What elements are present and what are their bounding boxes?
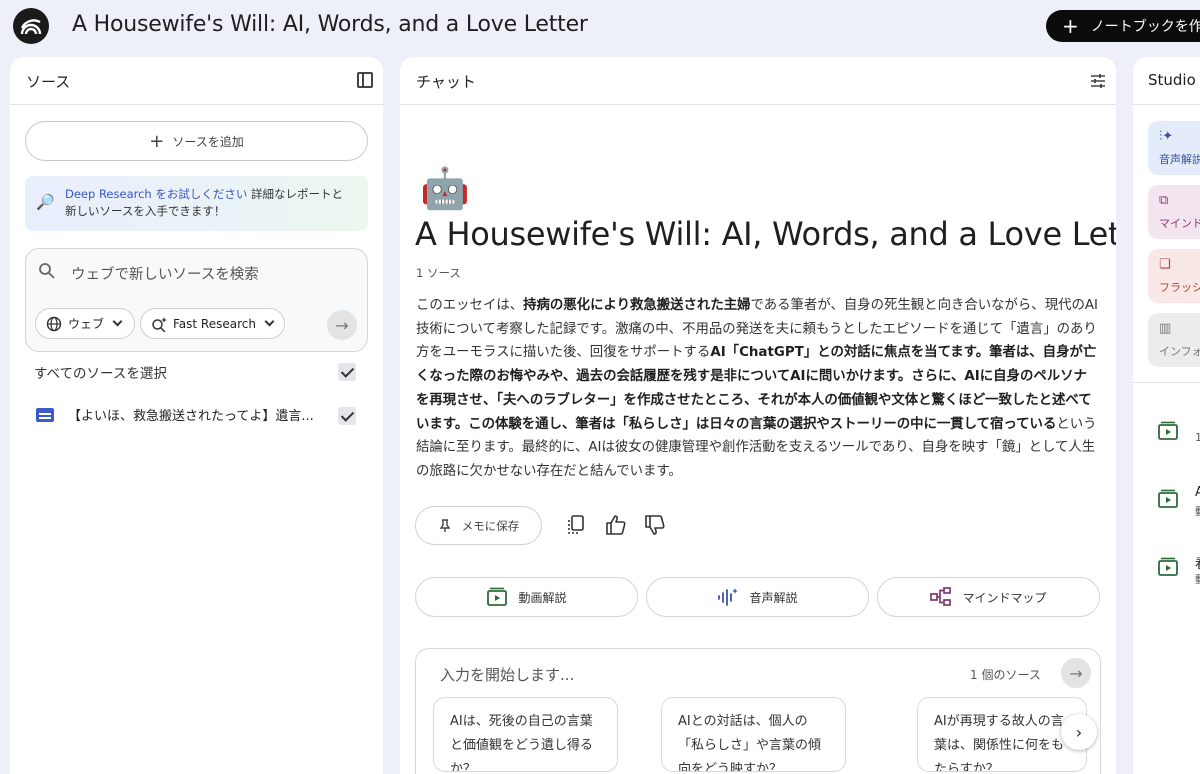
add-source-button[interactable]: + ソースを追加 [25,121,368,161]
audio-overview-icon: ⫶✦ [1159,129,1174,144]
select-all-checkbox[interactable] [338,363,356,381]
search-submit-button[interactable]: → [327,310,357,340]
mind-map-icon: ⧉ [1159,193,1169,208]
source-search-input[interactable]: ウェブで新しいソースを検索 [71,263,259,284]
chevron-down-icon [264,316,275,327]
send-button[interactable]: → [1061,658,1091,688]
settings-sliders-icon[interactable] [1090,73,1106,89]
item-title: A [1195,485,1200,500]
item-meta: 動 [1195,571,1200,587]
chat-panel: チャット 🤖 A Housewife's Will: AI, Words, an… [400,57,1116,774]
arrow-right-icon: → [1069,663,1083,683]
save-to-note-label: メモに保存 [461,518,520,533]
studio-flashcard-tile[interactable]: ❏ フラッシュカード [1148,249,1200,303]
collapse-panel-icon[interactable] [357,72,373,88]
studio-audio-overview-tile[interactable]: ⫶✦ 音声解説 [1148,121,1200,175]
suggested-question[interactable]: AIは、死後の自己の言葉と価値観をどう遺し得るか？ [433,697,618,772]
notebook-emoji: 🤖 [420,166,470,212]
video-overview-icon [1158,489,1178,508]
summary-bold-text: 持病の悪化により救急搬送された主婦 [523,298,751,313]
document-icon [36,407,54,422]
summary-text: このエッセイは、 [416,298,524,313]
pin-icon [439,518,451,532]
save-to-note-button[interactable]: メモに保存 [415,506,542,545]
tile-label: フラッシュカード [1159,281,1200,294]
infographic-icon: ▥ [1159,321,1172,336]
tile-label: 音声解説 [1159,153,1200,166]
web-source-dropdown[interactable]: ウェブ [35,308,135,339]
research-chip-label: Fast Research [173,316,256,331]
research-mode-dropdown[interactable]: Fast Research [140,308,285,339]
notebook-summary: このエッセイは、持病の悪化により救急搬送された主婦である筆者が、自身の死生観と向… [416,294,1100,484]
plus-icon: + [149,130,165,152]
video-overview-icon [487,587,508,606]
audio-overview-button[interactable]: 音声解説 [646,577,869,617]
studio-infographic-tile[interactable]: ▥ インフォグラフィック [1148,313,1200,367]
generated-video-item[interactable]: A 動 [1157,485,1200,519]
thumbs-up-icon[interactable] [605,514,627,536]
notebook-title[interactable]: A Housewife's Will: AI, Words, and a Lov… [72,12,588,37]
chat-panel-title: チャット [416,73,476,91]
deep-research-link[interactable]: Deep Research をお試しください [65,187,247,201]
studio-panel-header: Studio [1133,57,1200,105]
source-search-box: ウェブで新しいソースを検索 ウェブ Fast Research → [25,248,368,352]
app-header: A Housewife's Will: AI, Words, and a Lov… [0,0,1200,54]
mind-map-label: マインドマップ [962,590,1047,605]
new-notebook-button[interactable]: + ノートブックを作成 [1046,10,1200,42]
chat-panel-header: チャット [400,57,1116,105]
chevron-down-icon [112,316,123,327]
tile-label: インフォグラフィック [1159,345,1200,358]
new-notebook-label: ノートブックを作成 [1090,19,1200,35]
next-suggestions-button[interactable]: › [1061,714,1097,750]
web-chip-label: ウェブ [68,317,105,331]
studio-mind-map-tile[interactable]: ⧉ マインドマップ [1148,185,1200,239]
search-icon [39,263,55,279]
generated-video-item[interactable]: 看 動 [1157,557,1200,587]
plus-icon: + [1062,14,1079,38]
suggested-question[interactable]: AIとの対話は、個人の「私らしさ」や言葉の傾向をどう映すか？ [661,697,846,772]
magnifier-icon: 🔎 [36,193,55,211]
studio-panel-title: Studio [1148,71,1196,89]
video-overview-icon [1158,421,1178,440]
mind-map-button[interactable]: マインドマップ [877,577,1100,617]
select-all-label: すべてのソースを選択 [34,366,167,382]
flashcard-icon: ❏ [1159,257,1171,272]
chevron-right-icon: › [1075,722,1083,742]
tile-label: マインドマップ [1159,217,1200,230]
add-source-label: ソースを追加 [172,134,244,149]
arrow-right-icon: → [335,315,349,335]
notebook-heading: A Housewife's Will: AI, Words, and a Lov… [415,215,1116,253]
globe-icon [46,316,62,331]
audio-overview-label: 音声解説 [749,590,798,605]
deep-research-text: 詳細なレポートと [247,187,344,201]
item-title: 看 [1195,553,1200,572]
source-count: 1 ソース [416,266,461,280]
deep-research-text-2: 新しいソースを入手できます！ [65,204,226,218]
sources-panel: ソース + ソースを追加 🔎 Deep Research をお試しください 詳細… [10,57,383,774]
source-title: 【よいほ、救急搬送されたってよ】遺言... [68,409,314,424]
copy-icon[interactable] [565,514,587,536]
notebooklm-logo-icon[interactable] [13,8,49,44]
deep-research-banner: 🔎 Deep Research をお試しください 詳細なレポートと 新しいソース… [25,176,368,231]
source-checkbox[interactable] [338,407,356,425]
generated-video-item[interactable]: 1 [1157,421,1200,451]
mind-map-icon [930,587,952,606]
divider [1133,382,1200,383]
sources-panel-header: ソース [10,57,383,105]
audio-overview-icon [718,588,739,606]
sparkle-search-icon [152,316,167,332]
thumbs-down-icon[interactable] [644,514,666,536]
input-source-count: 1 個のソース [970,668,1041,682]
item-meta: 1 [1195,431,1200,444]
video-overview-label: 動画解説 [518,590,567,605]
chat-input-box: 入力を開始します... 1 個のソース → AIは、死後の自己の言葉と価値観をど… [415,648,1101,774]
source-list-item[interactable]: 【よいほ、救急搬送されたってよ】遺言... [36,405,336,424]
studio-panel: Studio ⫶✦ 音声解説 ⧉ マインドマップ ❏ フラッシュカード ▥ イン… [1133,57,1200,774]
item-meta: 動 [1195,503,1200,519]
video-overview-icon [1158,557,1178,576]
video-overview-button[interactable]: 動画解説 [415,577,638,617]
sources-panel-title: ソース [26,73,71,91]
chat-input[interactable]: 入力を開始します... [440,664,574,685]
